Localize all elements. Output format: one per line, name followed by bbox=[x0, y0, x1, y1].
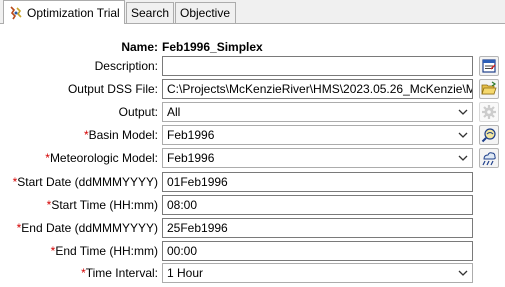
end-date-row: *End Date (ddMMMYYYY) 25Feb1996 bbox=[0, 218, 505, 238]
output-settings-button[interactable] bbox=[479, 102, 499, 122]
met-model-select[interactable]: Feb1996 bbox=[162, 148, 473, 168]
description-field[interactable] bbox=[162, 56, 473, 76]
met-model-editor-button[interactable] bbox=[479, 148, 499, 168]
basin-model-row: *Basin Model: Feb1996 bbox=[0, 125, 505, 145]
end-time-field[interactable]: 00:00 bbox=[162, 241, 473, 261]
start-time-row: *Start Time (HH:mm) 08:00 bbox=[0, 195, 505, 215]
start-date-field[interactable]: 01Feb1996 bbox=[162, 172, 473, 192]
tab-objective[interactable]: Objective bbox=[175, 2, 236, 23]
tab-bar: Optimization Trial Search Objective bbox=[0, 0, 505, 24]
optimization-trial-panel: Name: Feb1996_Simplex Description: Outpu… bbox=[0, 24, 505, 287]
tab-optimization-trial-label: Optimization Trial bbox=[27, 5, 120, 20]
start-time-field[interactable]: 08:00 bbox=[162, 195, 473, 215]
output-dss-field[interactable]: C:\Projects\McKenzieRiver\HMS\2023.05.26… bbox=[162, 79, 473, 99]
output-select[interactable]: All bbox=[162, 102, 473, 122]
end-date-field[interactable]: 25Feb1996 bbox=[162, 218, 473, 238]
basin-model-select[interactable]: Feb1996 bbox=[162, 125, 473, 145]
end-date-label: *End Date (ddMMMYYYY) bbox=[16, 221, 158, 235]
met-model-value: Feb1996 bbox=[167, 151, 215, 165]
time-interval-label: *Time Interval: bbox=[81, 266, 158, 280]
output-label: Output: bbox=[118, 105, 158, 119]
basin-model-icon bbox=[481, 128, 496, 143]
weather-icon bbox=[482, 152, 496, 166]
description-label: Description: bbox=[94, 59, 158, 73]
output-dss-label: Output DSS File: bbox=[67, 82, 158, 96]
time-interval-value: 1 Hour bbox=[167, 266, 204, 280]
chevron-down-icon bbox=[458, 109, 468, 115]
time-interval-select[interactable]: 1 Hour bbox=[162, 263, 473, 283]
output-dss-row: Output DSS File: C:\Projects\McKenzieRiv… bbox=[0, 79, 505, 99]
basin-model-label: *Basin Model: bbox=[83, 128, 158, 142]
browse-dss-button[interactable] bbox=[479, 79, 499, 99]
met-model-label: *Meteorologic Model: bbox=[45, 151, 158, 165]
chevron-down-icon bbox=[458, 155, 468, 161]
tab-objective-label: Objective bbox=[180, 6, 231, 20]
output-row: Output: All bbox=[0, 102, 505, 122]
tab-search[interactable]: Search bbox=[126, 2, 174, 23]
start-date-label: *Start Date (ddMMMYYYY) bbox=[12, 175, 158, 189]
start-time-label: *Start Time (HH:mm) bbox=[46, 198, 158, 212]
output-select-value: All bbox=[167, 105, 181, 119]
name-row: Name: Feb1996_Simplex bbox=[0, 38, 505, 58]
basin-model-value: Feb1996 bbox=[167, 128, 215, 142]
basin-model-editor-button[interactable] bbox=[479, 125, 499, 145]
gear-icon bbox=[482, 105, 496, 119]
end-time-row: *End Time (HH:mm) 00:00 bbox=[0, 241, 505, 261]
chevron-down-icon bbox=[458, 270, 468, 276]
start-date-row: *Start Date (ddMMMYYYY) 01Feb1996 bbox=[0, 172, 505, 192]
description-row: Description: bbox=[0, 56, 505, 76]
name-value: Feb1996_Simplex bbox=[162, 40, 263, 54]
tab-search-label: Search bbox=[131, 6, 170, 20]
end-time-label: *End Time (HH:mm) bbox=[50, 244, 158, 258]
optimization-trial-icon bbox=[8, 5, 24, 21]
notes-icon bbox=[482, 59, 496, 73]
description-editor-button[interactable] bbox=[479, 56, 499, 76]
name-label: Name: bbox=[121, 40, 158, 54]
time-interval-row: *Time Interval: 1 Hour bbox=[0, 263, 505, 283]
folder-open-icon bbox=[481, 81, 497, 95]
met-model-row: *Meteorologic Model: Feb1996 bbox=[0, 148, 505, 168]
tab-optimization-trial[interactable]: Optimization Trial bbox=[3, 0, 125, 24]
chevron-down-icon bbox=[458, 132, 468, 138]
